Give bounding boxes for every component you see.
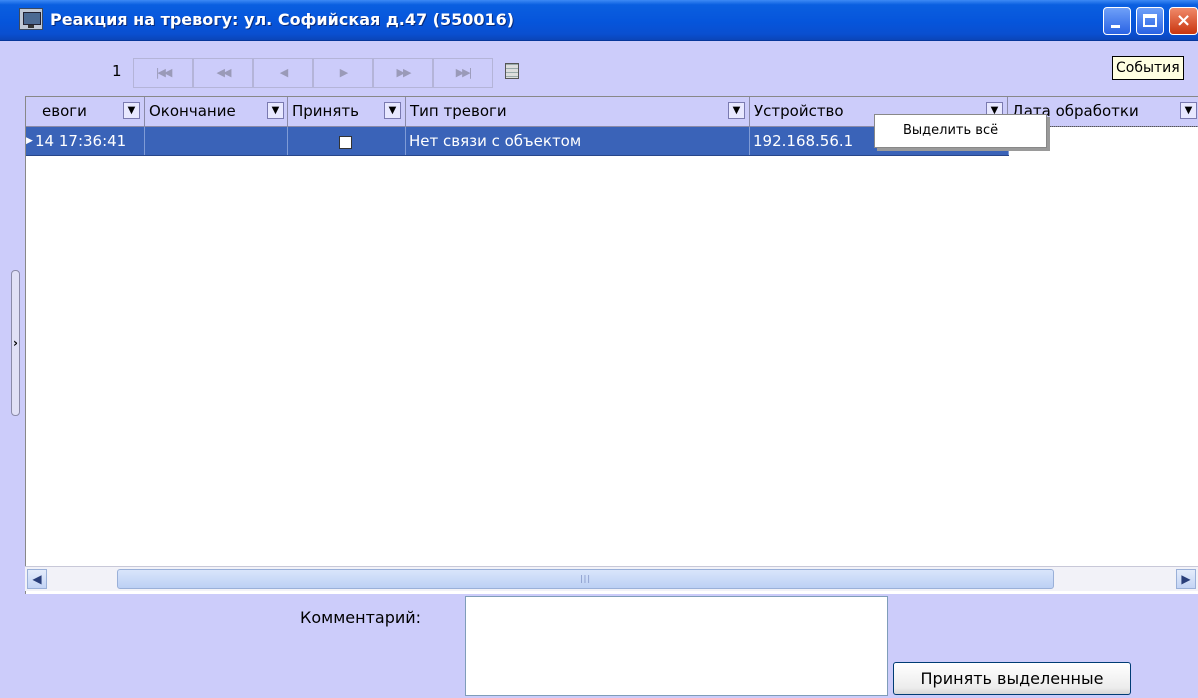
grid-settings-icon[interactable]: [505, 63, 519, 79]
cell-alarm-type[interactable]: Нет связи с объектом: [406, 127, 750, 155]
column-title: Устройство: [754, 102, 844, 120]
column-filter-dropdown[interactable]: ▼: [267, 102, 284, 119]
scroll-left-button[interactable]: ◀: [27, 569, 47, 589]
record-navigator: |◀◀ ◀◀ ◀ ▶ ▶▶ ▶▶|: [133, 58, 493, 88]
nav-prev-page-button[interactable]: ◀◀: [193, 58, 253, 88]
comment-label: Комментарий:: [300, 608, 422, 627]
nav-first-button[interactable]: |◀◀: [133, 58, 193, 88]
column-header-alarm-type[interactable]: Тип тревоги ▼: [406, 97, 750, 126]
column-title: Тип тревоги: [410, 102, 507, 120]
accept-checkbox[interactable]: [339, 136, 352, 149]
minimize-button[interactable]: [1103, 7, 1131, 35]
column-filter-dropdown[interactable]: ▼: [384, 102, 401, 119]
column-header-accept[interactable]: Принять ▼: [288, 97, 406, 126]
cell-end[interactable]: [145, 127, 288, 155]
close-icon: ×: [1175, 10, 1192, 31]
cell-start[interactable]: 14 17:36:41: [32, 127, 145, 155]
nav-next-button[interactable]: ▶: [313, 58, 373, 88]
comment-textarea[interactable]: [465, 596, 888, 696]
events-grid: евоги ▼ Окончание ▼ Принять ▼ Тип тревог…: [25, 96, 1198, 594]
column-title: Принять: [292, 102, 359, 120]
scroll-thumb[interactable]: |||: [117, 569, 1054, 589]
maximize-button[interactable]: [1136, 7, 1164, 35]
nav-last-button[interactable]: ▶▶|: [433, 58, 493, 88]
page-number: 1: [112, 62, 122, 80]
column-filter-dropdown[interactable]: ▼: [1180, 102, 1197, 119]
title-bar: Реакция на тревогу: ул. Софийская д.47 (…: [0, 0, 1198, 41]
column-filter-dropdown[interactable]: ▼: [123, 102, 140, 119]
close-button[interactable]: ×: [1169, 7, 1198, 35]
column-header-start[interactable]: евоги ▼: [26, 97, 145, 126]
column-filter-dropdown[interactable]: ▼: [728, 102, 745, 119]
monitor-icon: [19, 8, 43, 30]
column-header-end[interactable]: Окончание ▼: [145, 97, 288, 126]
accept-selected-button[interactable]: Принять выделенные: [893, 662, 1131, 695]
context-menu: Выделить всё: [874, 114, 1047, 148]
window-title: Реакция на тревогу: ул. Софийская д.47 (…: [50, 10, 515, 29]
nav-next-page-button[interactable]: ▶▶: [373, 58, 433, 88]
expand-arrow-icon[interactable]: ›: [13, 336, 18, 350]
tooltip: События: [1112, 56, 1184, 80]
column-title: Окончание: [149, 102, 236, 120]
table-row[interactable]: ▶ 14 17:36:41 Нет связи с объектом 192.1…: [26, 127, 1009, 156]
menu-item-select-all[interactable]: Выделить всё: [903, 115, 998, 147]
focus-dotted-line: [1047, 126, 1197, 127]
scroll-right-button[interactable]: ▶: [1176, 569, 1196, 589]
horizontal-scrollbar[interactable]: ◀ ||| ▶: [25, 566, 1198, 591]
column-title: евоги: [42, 102, 87, 120]
nav-prev-button[interactable]: ◀: [253, 58, 313, 88]
